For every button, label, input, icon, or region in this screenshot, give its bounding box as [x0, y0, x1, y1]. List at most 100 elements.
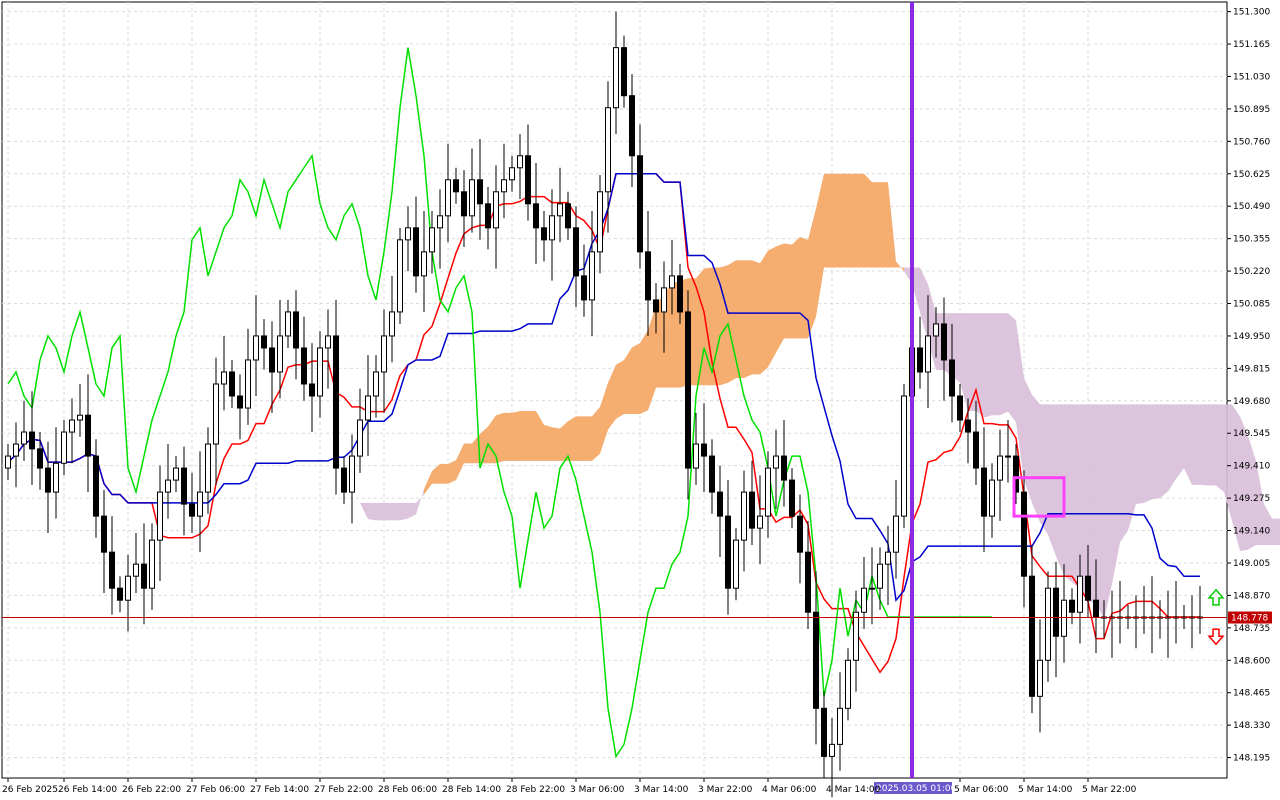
x-tick-label: 26 Feb 22:00 [122, 785, 181, 795]
y-tick-label: 150.355 [1233, 235, 1270, 245]
cloud-bull-segment [728, 260, 736, 383]
candle-bear [261, 335, 267, 349]
x-tick-label: 5 Mar 14:00 [1018, 785, 1073, 795]
cloud-bear-segment [1104, 404, 1112, 620]
candle-bull [365, 395, 371, 421]
candle-bull [245, 359, 251, 409]
candle-bull [421, 251, 427, 277]
cloud-bull-segment [440, 463, 448, 484]
candle-bear [37, 448, 43, 469]
y-tick-label: 150.220 [1233, 267, 1270, 277]
candle-bear [645, 251, 651, 301]
candle-bear [781, 455, 787, 481]
cloud-bear-segment [1192, 404, 1200, 485]
candle-bear [1053, 587, 1059, 637]
candle-bear [717, 491, 723, 517]
candle-bull [1005, 455, 1011, 458]
x-tick-label: 28 Feb 06:00 [378, 785, 437, 795]
candle-bull [557, 203, 563, 217]
candle-bull [885, 551, 891, 565]
y-tick-label: 151.165 [1233, 40, 1270, 50]
cloud-bear-segment [968, 313, 976, 412]
candle-bear [1085, 575, 1091, 601]
candle-bull [1077, 575, 1083, 613]
candle-bear [269, 347, 275, 373]
candle-bear [301, 347, 307, 385]
candle-bear [237, 395, 243, 409]
candle-bull [61, 431, 67, 464]
candle-bear [293, 311, 299, 349]
candle-bull [389, 311, 395, 337]
candle-bear [941, 323, 947, 361]
x-tick-label: 5 Mar 22:00 [1082, 785, 1137, 795]
candle-bear [973, 431, 979, 469]
candle-bear [413, 227, 419, 277]
candle-bull [869, 587, 875, 590]
candle-bull [1037, 659, 1043, 697]
y-tick-label: 148.735 [1233, 624, 1270, 634]
candle-bear [573, 227, 579, 277]
candle-bull [165, 479, 171, 493]
cloud-bull-segment [832, 173, 840, 268]
candle-bull [893, 515, 899, 553]
candle-bull [861, 587, 867, 613]
cloud-bear-segment [1264, 504, 1272, 545]
candle-bull [357, 419, 363, 457]
y-tick-label: 148.195 [1233, 754, 1270, 764]
candle-bear [821, 707, 827, 757]
candle-bull [613, 47, 619, 109]
y-tick-label: 149.950 [1233, 332, 1270, 342]
cursor-date-label: 2025.03.05 01:00 [876, 784, 957, 794]
y-tick-label: 149.005 [1233, 559, 1270, 569]
candle-bear [461, 191, 467, 217]
cloud-bull-segment [856, 173, 864, 268]
candle-bull [149, 539, 155, 589]
candle-bear [181, 467, 187, 505]
candle-bear [109, 551, 115, 589]
candle-bull [693, 443, 699, 469]
cloud-bear-segment [368, 502, 376, 521]
current-price-label: 148.778 [1231, 614, 1268, 624]
candle-bear [341, 467, 347, 493]
candle-bear [629, 95, 635, 157]
candle-bull [597, 191, 603, 253]
candle-bull [605, 107, 611, 193]
candle-bear [701, 443, 707, 457]
candle-bear [565, 203, 571, 229]
cloud-bear-segment [1120, 404, 1128, 543]
candle-bull [381, 335, 387, 373]
candle-bull [669, 275, 675, 289]
cloud-bear-segment [976, 313, 984, 418]
x-tick-label: 3 Mar 22:00 [698, 785, 753, 795]
candle-bear [485, 203, 491, 229]
cloud-bull-segment [544, 424, 552, 461]
chart-container: 148.778 2025.03.05 01:00 151.300 151.165 15… [0, 0, 1280, 800]
candle-bull [1061, 599, 1067, 637]
candle-bear [525, 155, 531, 205]
cloud-bear-segment [1216, 404, 1224, 493]
candle-bull [253, 335, 259, 361]
cloud-bull-segment [824, 173, 832, 268]
price-chart[interactable]: 148.778 2025.03.05 01:00 151.300 151.165 15… [0, 0, 1280, 800]
candle-bear [749, 491, 755, 529]
candle-bull [53, 462, 59, 493]
candle-bull [277, 335, 283, 373]
candle-bear [29, 431, 35, 450]
y-tick-label: 149.680 [1233, 397, 1270, 407]
y-tick-label: 151.030 [1233, 72, 1270, 82]
candle-bull [853, 611, 859, 661]
candle-bear [797, 515, 803, 553]
cloud-bear-segment [384, 502, 392, 521]
cloud-bear-segment [1096, 404, 1104, 620]
candle-bear [581, 275, 587, 301]
cloud-bull-segment [616, 359, 624, 419]
candle-bull [205, 443, 211, 493]
candle-bear [453, 179, 459, 193]
x-tick-label: 27 Feb 14:00 [250, 785, 309, 795]
candle-bear [93, 455, 99, 517]
candle-bull [5, 455, 11, 469]
cloud-bear-segment [1136, 404, 1144, 505]
candle-bear [533, 203, 539, 229]
candle-bear [957, 395, 963, 421]
candle-bear [917, 347, 923, 373]
